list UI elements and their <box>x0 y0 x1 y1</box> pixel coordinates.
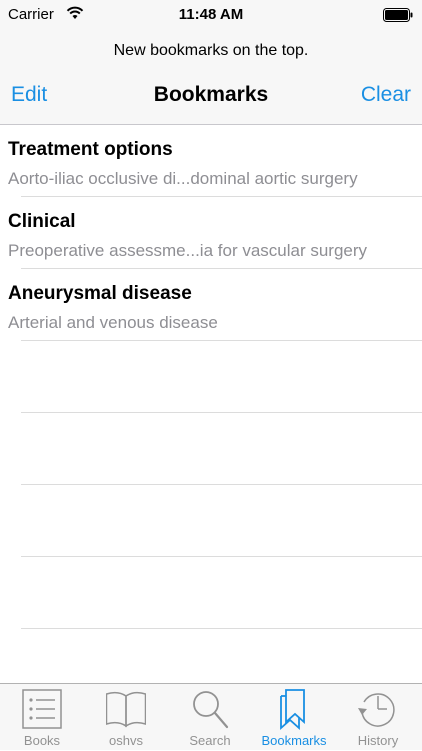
list-item[interactable]: Clinical Preoperative assessme...ia for … <box>0 197 422 269</box>
tab-search[interactable]: Search <box>168 684 252 751</box>
clear-button[interactable]: Clear <box>361 83 411 107</box>
empty-row <box>0 485 422 557</box>
bookmarks-icon <box>280 689 305 730</box>
bookmark-subtitle: Preoperative assessme...ia for vascular … <box>8 241 368 260</box>
bookmarks-hint: New bookmarks on the top. <box>0 30 422 70</box>
tab-label: Bookmarks <box>261 733 327 748</box>
tab-label: Search <box>189 733 231 748</box>
empty-row <box>0 557 422 629</box>
open-book-icon <box>106 691 146 728</box>
page-title: Bookmarks <box>153 83 269 106</box>
clock-history-icon <box>358 693 395 727</box>
bookmark-list: Treatment options Aorto-iliac occlusive … <box>0 125 422 683</box>
tab-books[interactable]: Books <box>0 684 84 751</box>
list-item[interactable]: Aneurysmal disease Arterial and venous d… <box>0 269 422 341</box>
bookmark-title: Treatment options <box>8 139 173 160</box>
bookmark-subtitle: Aorto-iliac occlusive di...dominal aorti… <box>8 169 358 188</box>
magnifier-icon <box>193 691 229 729</box>
status-bar: Carrier 11:48 AM <box>0 0 422 30</box>
status-time: 11:48 AM <box>178 6 244 23</box>
books-list-icon <box>22 689 62 729</box>
bookmark-title: Aneurysmal disease <box>8 283 192 304</box>
bookmark-title: Clinical <box>8 211 76 232</box>
tab-bookmarks[interactable]: Bookmarks <box>252 684 336 751</box>
bookmark-subtitle: Arterial and venous disease <box>8 313 218 332</box>
list-item[interactable]: Treatment options Aorto-iliac occlusive … <box>0 125 422 197</box>
tab-label: Books <box>23 733 61 748</box>
tab-oshvs[interactable]: oshvs <box>84 684 168 751</box>
tab-history[interactable]: History <box>336 684 420 751</box>
tab-label: oshvs <box>109 733 143 748</box>
tab-bar: Books oshvs Search Bookmarks History <box>0 683 422 750</box>
empty-row <box>0 341 422 413</box>
navigation-bar: Edit Bookmarks Clear <box>0 70 422 125</box>
tab-label: History <box>357 733 399 748</box>
battery-icon <box>383 8 413 22</box>
empty-row <box>0 413 422 485</box>
